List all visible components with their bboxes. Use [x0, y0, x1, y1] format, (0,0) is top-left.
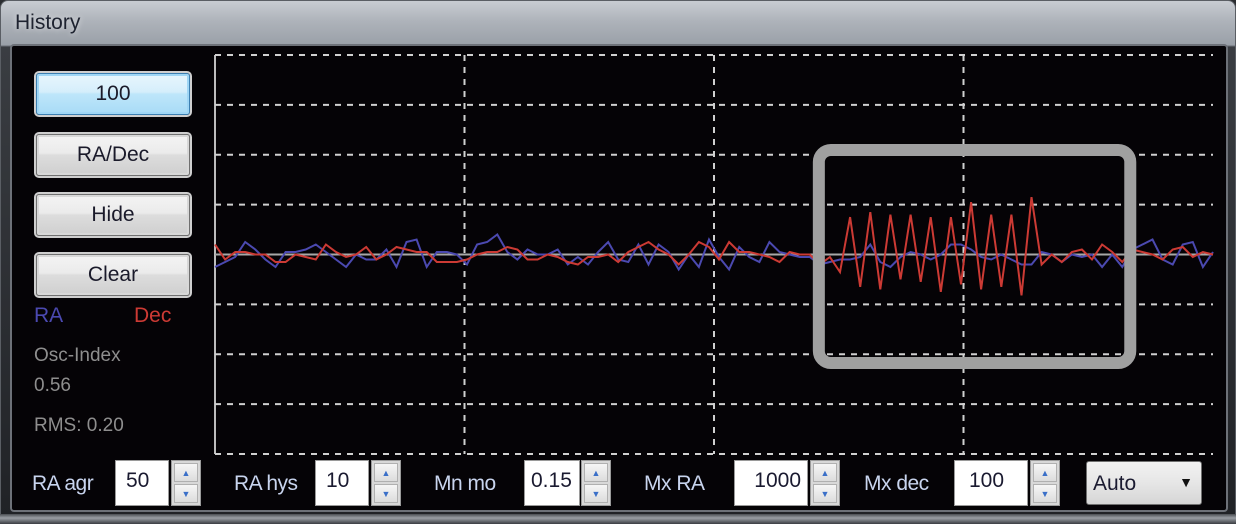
- ra-hys-down-arrow-icon[interactable]: ▼: [374, 484, 398, 503]
- mn-mo-input[interactable]: 0.15: [524, 460, 580, 506]
- mx-dec-down-arrow-icon[interactable]: ▼: [1033, 484, 1057, 503]
- history-graph: [214, 54, 1214, 455]
- ra-hys-spinner: ▲ ▼: [371, 460, 401, 506]
- mn-mo-spinner: ▲ ▼: [581, 460, 611, 506]
- ra-hys-label: RA hys: [234, 472, 298, 495]
- ra-agr-spinner: ▲ ▼: [171, 460, 201, 506]
- mx-ra-down-arrow-icon[interactable]: ▼: [813, 484, 837, 503]
- mn-mo-up-arrow-icon[interactable]: ▲: [584, 463, 608, 482]
- ra-agr-input[interactable]: 50: [115, 460, 169, 506]
- ra-hys-up-arrow-icon[interactable]: ▲: [374, 463, 398, 482]
- ra-agr-up-arrow-icon[interactable]: ▲: [174, 463, 198, 482]
- mx-dec-up-arrow-icon[interactable]: ▲: [1033, 463, 1057, 482]
- ra-hys-input[interactable]: 10: [315, 460, 369, 506]
- mx-dec-input[interactable]: 100: [954, 460, 1028, 506]
- mn-mo-label: Mn mo: [434, 472, 496, 495]
- mn-mo-down-arrow-icon[interactable]: ▼: [584, 484, 608, 503]
- scale-dropdown[interactable]: Auto ▼: [1086, 461, 1202, 505]
- mx-ra-label: Mx RA: [644, 472, 705, 495]
- chevron-down-icon: ▼: [1179, 474, 1193, 490]
- ra-agr-label: RA agr: [32, 472, 94, 495]
- mx-ra-spinner: ▲ ▼: [810, 460, 840, 506]
- mx-dec-label: Mx dec: [864, 472, 929, 495]
- mx-ra-up-arrow-icon[interactable]: ▲: [813, 463, 837, 482]
- mx-ra-input[interactable]: 1000: [734, 460, 808, 506]
- mx-dec-spinner: ▲ ▼: [1030, 460, 1060, 506]
- ra-agr-down-arrow-icon[interactable]: ▼: [174, 484, 198, 503]
- scale-dropdown-value: Auto: [1093, 472, 1137, 495]
